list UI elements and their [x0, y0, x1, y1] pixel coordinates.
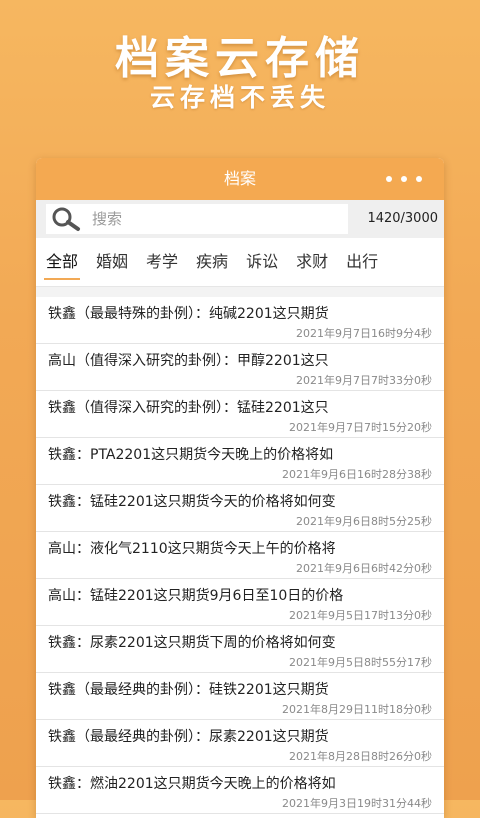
hero-subtitle: 云存档不丢失	[149, 83, 330, 112]
category-tabs: 全部 婚姻 考学 疾病 诉讼 求财 出行	[36, 238, 444, 287]
list-item[interactable]: 高山：锰硅2201这只期货9月6日至10日的价格 2021年9月5日17时13分0…	[36, 579, 444, 626]
tab-0[interactable]: 全部	[43, 238, 81, 286]
record-time: 2021年9月6日16时28分38秒	[282, 468, 432, 481]
list-item[interactable]: 铁鑫（最最特殊的卦例）：纯碱2201这只期货 2021年9月7日16时9分4秒	[36, 297, 444, 344]
search-icon[interactable]	[50, 206, 82, 232]
search-field[interactable]	[46, 204, 348, 234]
record-time: 2021年9月7日7时15分20秒	[289, 421, 432, 434]
record-count: 1420/3000	[367, 211, 438, 226]
record-title: 高山（值得深入研究的卦例）：甲醇2201这只	[48, 353, 329, 369]
hero-title: 档案云存储	[115, 33, 365, 84]
record-time: 2021年9月6日8时5分25秒	[296, 515, 432, 528]
more-dots-icon[interactable]	[386, 158, 422, 200]
record-title: 铁鑫：PTA2201这只期货今天晚上的价格将如	[48, 447, 334, 463]
record-title: 铁鑫：燃油2201这只期货今天晚上的价格将如	[48, 776, 336, 792]
list-item[interactable]: 铁鑫（最最经典的卦例）：尿素2201这只期货 2021年8月28日8时26分0秒	[36, 720, 444, 767]
record-title: 铁鑫（最最经典的卦例）：尿素2201这只期货	[48, 729, 329, 745]
list-item[interactable]: 铁鑫（值得深入研究的卦例）：锰硅2201这只 2021年9月7日7时15分20秒	[36, 391, 444, 438]
list-divider	[36, 287, 444, 297]
record-title: 铁鑫（最最经典的卦例）：硅铁2201这只期货	[48, 682, 329, 698]
tab-5[interactable]: 求财	[296, 238, 328, 286]
list-item[interactable]: 高山（值得深入研究的卦例）：甲醇2201这只 2021年9月7日7时33分0秒	[36, 344, 444, 391]
list-item[interactable]: 铁鑫：PTA2201这只期货今天晚上的价格将如 2021年9月6日16时28分38…	[36, 438, 444, 485]
record-time: 2021年9月7日7时33分0秒	[296, 374, 432, 387]
card-header: 档案	[36, 158, 444, 200]
record-list: 铁鑫（最最特殊的卦例）：纯碱2201这只期货 2021年9月7日16时9分4秒高山…	[36, 297, 444, 814]
record-title: 高山：锰硅2201这只期货9月6日至10日的价格	[48, 588, 344, 604]
record-time: 2021年9月5日8时55分17秒	[289, 656, 432, 669]
record-title: 铁鑫：尿素2201这只期货下周的价格将如何变	[48, 635, 336, 651]
tab-1[interactable]: 婚姻	[96, 238, 128, 286]
search-input[interactable]	[90, 209, 334, 229]
tab-3[interactable]: 疾病	[196, 238, 228, 286]
record-title: 铁鑫：锰硅2201这只期货今天的价格将如何变	[48, 494, 336, 510]
list-item[interactable]: 铁鑫（最最经典的卦例）：硅铁2201这只期货 2021年8月29日11时18分0秒	[36, 673, 444, 720]
record-title: 铁鑫（最最特殊的卦例）：纯碱2201这只期货	[48, 306, 329, 322]
list-item[interactable]: 高山：液化气2110这只期货今天上午的价格将 2021年9月6日6时42分0秒	[36, 532, 444, 579]
record-title: 铁鑫（值得深入研究的卦例）：锰硅2201这只	[48, 400, 329, 416]
tab-2[interactable]: 考学	[146, 238, 178, 286]
record-time: 2021年8月29日11时18分0秒	[282, 703, 432, 716]
search-bar: 1420/3000	[36, 200, 444, 238]
record-time: 2021年9月6日6时42分0秒	[296, 562, 432, 575]
tab-4[interactable]: 诉讼	[246, 238, 278, 286]
archive-card: 档案 1420/3000 全部婚姻考学疾病诉讼求财出行 铁鑫（最最特殊的卦例）：…	[36, 158, 444, 818]
record-time: 2021年9月3日19时31分44秒	[282, 797, 432, 810]
record-time: 2021年8月28日8时26分0秒	[289, 750, 432, 763]
list-item[interactable]: 铁鑫：锰硅2201这只期货今天的价格将如何变 2021年9月6日8时5分25秒	[36, 485, 444, 532]
list-item[interactable]: 铁鑫：尿素2201这只期货下周的价格将如何变 2021年9月5日8时55分17秒	[36, 626, 444, 673]
record-title: 高山：液化气2110这只期货今天上午的价格将	[48, 541, 336, 557]
record-time: 2021年9月7日16时9分4秒	[296, 327, 432, 340]
tab-6[interactable]: 出行	[346, 238, 378, 286]
record-time: 2021年9月5日17时13分0秒	[289, 609, 432, 622]
page-title: 档案	[223, 169, 256, 188]
list-item[interactable]: 铁鑫：燃油2201这只期货今天晚上的价格将如 2021年9月3日19时31分44秒	[36, 767, 444, 814]
